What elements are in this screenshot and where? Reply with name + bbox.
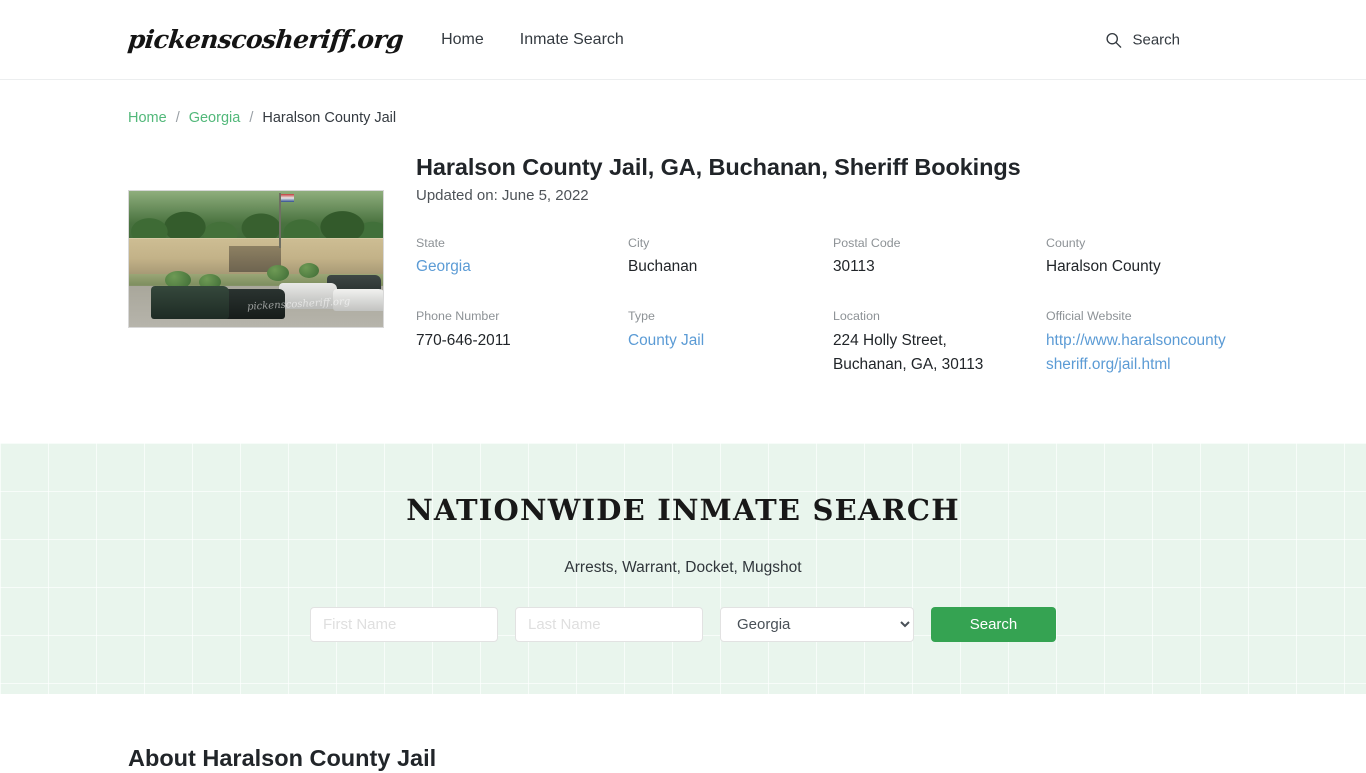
breadcrumb-separator: / [249,110,254,126]
field-value-location: 224 Holly Street, Buchanan, GA, 30113 [833,332,984,374]
breadcrumb-item-home[interactable]: Home [128,110,167,126]
inmate-search-button[interactable]: Search [931,607,1056,642]
field-label: State [416,235,445,250]
header-search-toggle[interactable]: Search [1105,31,1180,48]
inmate-search-form: Georgia Search [310,607,1056,642]
site-logo[interactable]: pickenscosheriff.org [126,25,404,54]
field-label: Phone Number [416,309,500,324]
facility-photo: pickenscosheriff.org [128,190,384,328]
field-label: County [1046,235,1086,250]
field-value-official-website[interactable]: http://www.haralsoncountysheriff.org/jai… [1046,329,1228,377]
facility-details: Haralson County Jail, GA, Buchanan, Sher… [416,152,1238,377]
breadcrumb-item-georgia[interactable]: Georgia [189,110,241,126]
first-name-input[interactable] [310,607,498,642]
page-title: Haralson County Jail, GA, Buchanan, Sher… [416,154,1021,180]
header-search-label: Search [1132,31,1180,48]
nationwide-search-title: NATIONWIDE INMATE SEARCH [406,493,960,527]
photo-flag [281,194,294,202]
breadcrumb: Home / Georgia / Haralson County Jail [0,80,1366,126]
field-type: Type County Jail [628,309,833,377]
field-phone-number: Phone Number 770-646-2011 [416,309,628,377]
field-city: City Buchanan [628,236,833,280]
nav-item-inmate-search[interactable]: Inmate Search [520,31,624,49]
last-name-input[interactable] [515,607,703,642]
field-value-phone-number: 770-646-2011 [416,332,511,350]
field-value-city: Buchanan [628,258,698,276]
field-state: State Georgia [416,236,628,280]
nationwide-search-band: NATIONWIDE INMATE SEARCH Arrests, Warran… [0,443,1366,694]
field-value-type[interactable]: County Jail [628,332,704,349]
field-value-county: Haralson County [1046,258,1161,276]
breadcrumb-item-current: Haralson County Jail [262,110,397,126]
field-value-postal-code: 30113 [833,258,875,276]
main-navigation: Home Inmate Search [441,31,624,49]
site-header: pickenscosheriff.org Home Inmate Search … [0,0,1366,80]
photo-shrub [299,263,319,278]
field-county: County Haralson County [1046,236,1238,280]
nav-item-home[interactable]: Home [441,31,484,49]
field-label: Location [833,309,880,324]
about-title: About Haralson County Jail [128,745,437,771]
photo-vehicle [151,286,229,319]
updated-date: Updated on: June 5, 2022 [416,186,589,204]
facility-field-grid: State Georgia City Buchanan Postal Code … [416,236,1238,377]
field-official-website: Official Website http://www.haralsoncoun… [1046,309,1238,377]
about-section: About Haralson County Jail [0,694,1366,773]
field-label: Type [628,309,655,324]
field-label: Postal Code [833,235,901,250]
nationwide-search-subtitle: Arrests, Warrant, Docket, Mugshot [564,559,802,576]
search-icon [1105,31,1122,48]
field-label: Official Website [1046,309,1132,324]
field-location: Location 224 Holly Street, Buchanan, GA,… [833,309,1046,377]
field-label: City [628,235,650,250]
field-value-state[interactable]: Georgia [416,258,471,275]
facility-info-section: pickenscosheriff.org Haralson County Jai… [0,126,1366,377]
photo-shrub [267,265,289,281]
state-select[interactable]: Georgia [720,607,914,642]
breadcrumb-separator: / [175,110,180,126]
field-postal-code: Postal Code 30113 [833,236,1046,280]
